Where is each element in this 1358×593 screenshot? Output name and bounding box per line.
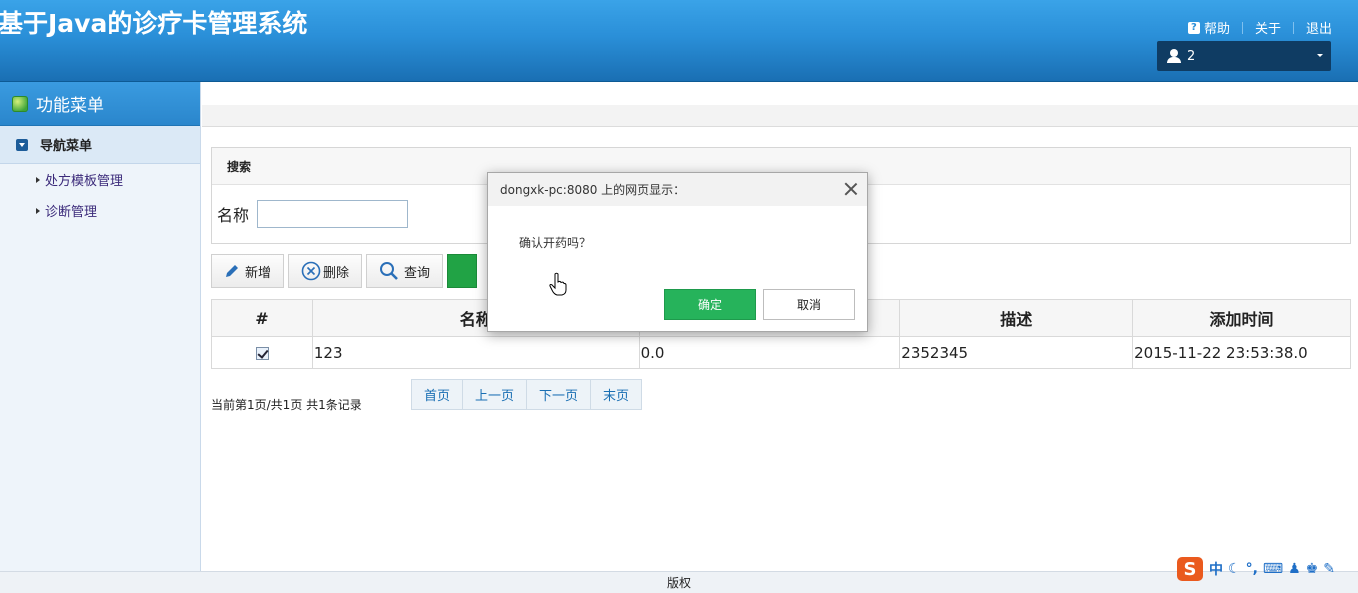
about-link[interactable]: 关于 [1255,18,1281,37]
delete-label: 删除 [323,265,350,281]
sidebar: 功能菜单 导航菜单 处方模板管理 诊断管理 [0,82,201,571]
sidebar-item-prescription-template[interactable]: 处方模板管理 [0,164,200,195]
sidebar-item-label: 处方模板管理 [45,174,124,189]
help-icon: ? [1187,21,1200,34]
user-dropdown[interactable]: 2 [1157,41,1331,71]
app-title: 基于Java的诊疗卡管理系统 [0,9,308,38]
skin-icon[interactable]: ♚ [1306,561,1319,577]
footer: 版权 [0,571,1358,593]
help-label: 帮助 [1203,22,1230,37]
cell-name: 123 [311,336,640,369]
cell-price: 0.0 [638,336,901,369]
toolbar: 新增 删除 查询 [211,254,481,288]
query-label: 查询 [404,265,431,281]
close-icon[interactable] [843,181,859,197]
delete-button[interactable]: 删除 [288,254,363,288]
cell-time: 2015-11-22 23:53:38.0 [1132,336,1351,369]
sidebar-item-label: 诊断管理 [45,205,98,220]
caret-down-icon [1317,54,1323,57]
nav-menu-title: 导航菜单 [40,139,93,154]
prescribe-button[interactable] [447,254,478,288]
confirm-dialog: dongxk-pc:8080 上的网页显示： 确认开药吗？ 确定 取消 [487,172,868,332]
triangle-right-icon [36,207,40,214]
prev-page-button[interactable]: 上一页 [463,380,528,409]
column-header-time[interactable]: 添加时间 [1132,299,1351,337]
wrench-icon[interactable]: ✎ [1323,561,1335,577]
row-checkbox[interactable] [255,346,269,360]
tab-strip [202,105,1358,127]
add-label: 新增 [245,265,272,281]
moon-icon[interactable]: ☾ [1228,561,1241,577]
keyboard-icon[interactable]: ⌨ [1263,561,1283,577]
table-row[interactable]: 123 0.0 2352345 2015-11-22 23:53:38.0 [211,336,1351,369]
function-menu-header: 功能菜单 [0,82,200,126]
column-header-desc[interactable]: 描述 [899,299,1134,337]
help-link[interactable]: ? 帮助 [1187,18,1230,37]
user-icon [1167,49,1181,63]
first-page-button[interactable]: 首页 [412,380,464,409]
nav-menu-header[interactable]: 导航菜单 [0,126,200,164]
name-label: 名称 [217,206,250,225]
ok-button[interactable]: 确定 [664,289,756,320]
last-page-button[interactable]: 末页 [591,380,642,409]
sidebar-item-diagnosis[interactable]: 诊断管理 [0,195,200,226]
user-name: 2 [1187,48,1196,64]
cube-icon [12,95,28,112]
dialog-title: dongxk-pc:8080 上的网页显示： [488,173,867,206]
link-divider [1241,21,1243,34]
hand-cursor-icon [549,272,567,296]
column-header-index[interactable]: # [211,299,313,337]
sogou-logo-icon[interactable]: S [1177,557,1203,581]
ime-language[interactable]: 中 [1209,559,1223,579]
cell-desc: 2352345 [899,336,1134,369]
punctuation-icon[interactable]: °, [1246,561,1258,577]
search-icon [380,262,398,280]
user-settings-icon[interactable]: ♟ [1288,561,1301,577]
function-menu-title: 功能菜单 [36,96,104,116]
top-links: ? 帮助 关于 退出 [1187,18,1332,37]
close-circle-icon [301,261,321,281]
pager: 首页 上一页 下一页 末页 [411,379,643,410]
dialog-message: 确认开药吗？ [519,236,592,250]
row-checkbox-cell [211,336,313,369]
next-page-button[interactable]: 下一页 [527,380,592,409]
name-input[interactable] [257,200,409,228]
add-button[interactable]: 新增 [211,254,285,288]
triangle-right-icon [36,176,40,183]
collapse-icon[interactable] [16,138,28,151]
app-header: 基于Java的诊疗卡管理系统 ? 帮助 关于 退出 2 [0,0,1358,82]
pencil-icon [226,265,238,277]
query-button[interactable]: 查询 [366,254,444,288]
cancel-button[interactable]: 取消 [763,289,855,320]
logout-link[interactable]: 退出 [1306,18,1332,37]
ime-toolbar[interactable]: S 中 ☾ °, ⌨ ♟ ♚ ✎ [1177,557,1340,581]
pager-info: 当前第1页/共1页 共1条记录 [211,398,362,412]
link-divider [1292,21,1294,34]
